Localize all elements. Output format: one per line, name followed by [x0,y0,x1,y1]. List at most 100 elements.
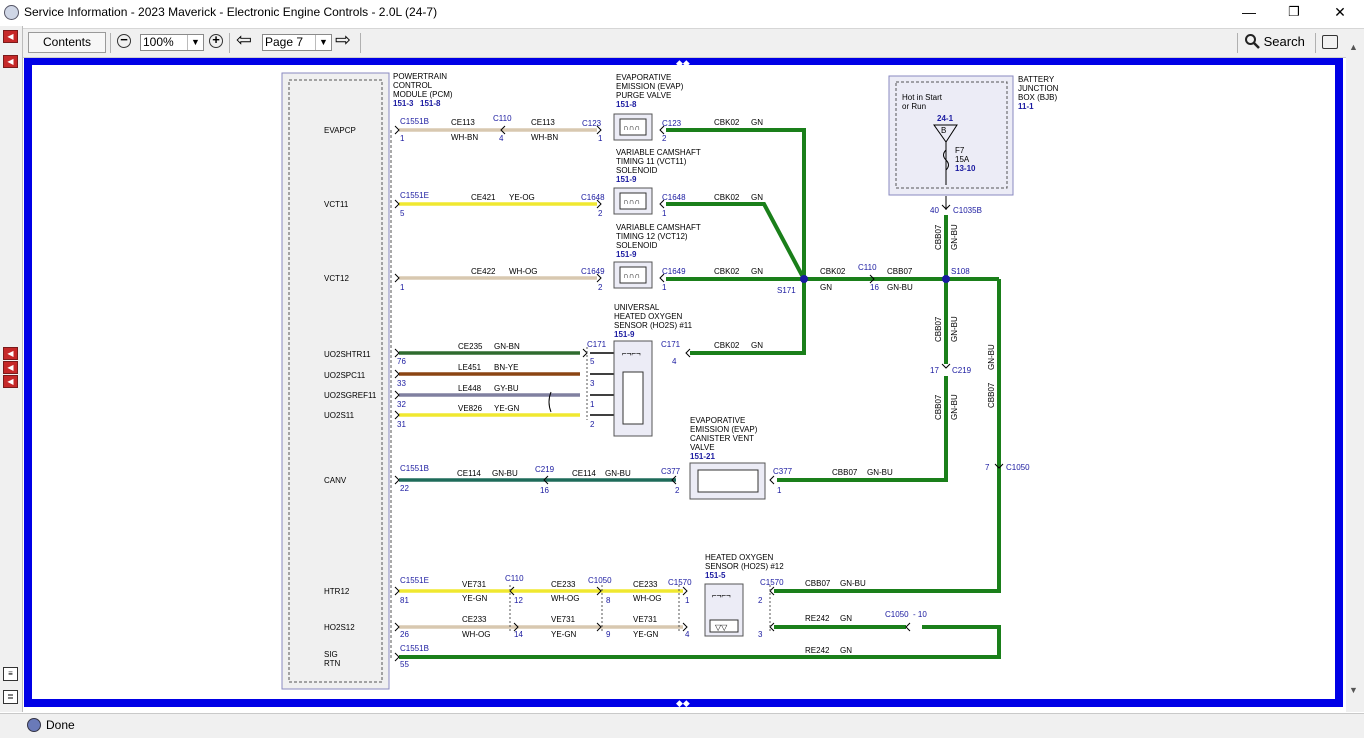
svg-text:VARIABLE CAMSHAFT: VARIABLE CAMSHAFT [616,148,701,157]
nav-icon[interactable]: ◀ [3,30,18,43]
close-button[interactable]: ✕ [1317,0,1363,26]
chevron-down-icon[interactable]: ▼ [1349,685,1358,695]
svg-text:▽▽: ▽▽ [715,623,728,632]
svg-text:2: 2 [758,596,763,605]
svg-text:C377: C377 [661,467,681,476]
svg-text:1: 1 [662,209,667,218]
svg-text:C1050: C1050 [885,610,909,619]
svg-text:CBB07: CBB07 [934,316,943,342]
svg-text:GN-BU: GN-BU [950,224,959,250]
svg-text:26: 26 [400,630,409,639]
app-icon [4,5,19,20]
svg-text:151-3: 151-3 [393,99,414,108]
svg-text:C171: C171 [587,340,607,349]
svg-text:14: 14 [514,630,523,639]
svg-text:⌐¬⌐¬: ⌐¬⌐¬ [622,349,641,358]
svg-text:CE235: CE235 [458,342,483,351]
svg-text:40: 40 [930,206,939,215]
document-icon[interactable]: ≡ [3,667,18,681]
status-text: Done [46,718,75,732]
svg-text:GY-BU: GY-BU [494,384,519,393]
window-title: Service Information - 2023 Maverick - El… [24,5,438,19]
toolbar-separator [110,33,111,53]
svg-text:4: 4 [499,134,504,143]
maximize-button[interactable]: ❐ [1271,0,1317,26]
list-icon[interactable]: ≣ [3,690,18,704]
svg-text:1: 1 [685,596,690,605]
svg-text:CBB07: CBB07 [987,382,996,408]
svg-text:SENSOR (HO2S) #12: SENSOR (HO2S) #12 [705,562,784,571]
minimize-button[interactable]: — [1226,0,1272,26]
svg-text:C123: C123 [662,119,682,128]
svg-text:RE242: RE242 [805,646,830,655]
svg-text:MODULE (PCM): MODULE (PCM) [393,90,453,99]
svg-text:C1551E: C1551E [400,576,429,585]
zoom-out-icon[interactable]: − [117,33,131,48]
svg-text:VCT11: VCT11 [324,200,349,209]
svg-text:C1551B: C1551B [400,644,429,653]
nav-icon[interactable]: ◀ [3,55,18,68]
svg-text:7: 7 [985,463,990,472]
svg-text:C1648: C1648 [662,193,686,202]
svg-text:CBK02: CBK02 [820,267,846,276]
globe-icon [27,718,41,732]
svg-text:1: 1 [777,486,782,495]
zoom-in-icon[interactable]: + [209,33,223,48]
nav-icon[interactable]: ◀ [3,361,18,374]
arrow-right-icon[interactable]: ⇨ [335,31,351,51]
svg-text:C1551E: C1551E [400,191,429,200]
svg-text:UNIVERSAL: UNIVERSAL [614,303,660,312]
svg-text:24-1: 24-1 [937,114,954,123]
svg-text:C1649: C1649 [662,267,686,276]
svg-text:CE233: CE233 [633,580,658,589]
chevron-down-icon: ▼ [187,35,203,50]
svg-text:UO2SHTR11: UO2SHTR11 [324,350,371,359]
svg-text:GN-BU: GN-BU [840,579,866,588]
svg-text:CBK02: CBK02 [714,118,740,127]
svg-text:55: 55 [400,660,409,669]
svg-text:CE113: CE113 [531,118,555,127]
svg-text:CE233: CE233 [462,615,487,624]
svg-text:EVAPORATIVE: EVAPORATIVE [616,73,671,82]
svg-text:TIMING 11 (VCT11): TIMING 11 (VCT11) [616,157,687,166]
search-button[interactable]: Search [1244,33,1305,49]
print-icon[interactable] [1322,35,1338,49]
svg-text:CE422: CE422 [471,267,496,276]
svg-text:CBK02: CBK02 [714,341,740,350]
svg-text:1: 1 [590,400,595,409]
svg-text:2: 2 [662,134,667,143]
page-select[interactable]: Page 7 ▼ [262,34,332,51]
zoom-select[interactable]: 100% ▼ [140,34,204,51]
nav-icon[interactable]: ◀ [3,375,18,388]
svg-text:F7: F7 [955,146,965,155]
svg-text:9: 9 [606,630,611,639]
svg-text:5: 5 [400,209,405,218]
svg-text:JUNCTION: JUNCTION [1018,84,1059,93]
svg-text:GN: GN [820,283,832,292]
svg-text:WH-OG: WH-OG [462,630,490,639]
right-scrollbar[interactable]: ▲ ▼ [1346,42,1364,712]
svg-text:15A: 15A [955,155,970,164]
svg-text:2: 2 [675,486,680,495]
svg-text:POWERTRAIN: POWERTRAIN [393,72,447,81]
svg-text:GN: GN [751,193,763,202]
svg-text:CE113: CE113 [451,118,475,127]
svg-text:151-9: 151-9 [616,175,637,184]
svg-text:∩∩∩: ∩∩∩ [623,197,640,206]
svg-text:GN-BU: GN-BU [867,468,893,477]
arrow-left-icon[interactable]: ⇦ [236,31,252,51]
chevron-up-icon[interactable]: ▲ [1349,42,1358,52]
svg-text:C219: C219 [535,465,555,474]
svg-text:SOLENOID: SOLENOID [616,166,658,175]
svg-text:or Run: or Run [902,102,926,111]
svg-text:VE731: VE731 [633,615,658,624]
svg-text:GN: GN [840,646,852,655]
svg-text:BN-YE: BN-YE [494,363,518,372]
contents-button[interactable]: Contents [28,32,106,53]
svg-text:GN: GN [840,614,852,623]
nav-icon[interactable]: ◀ [3,347,18,360]
svg-text:RTN: RTN [324,659,341,668]
svg-text:YE-GN: YE-GN [494,404,520,413]
svg-text:CANISTER VENT: CANISTER VENT [690,434,754,443]
splice-s108 [942,275,950,283]
